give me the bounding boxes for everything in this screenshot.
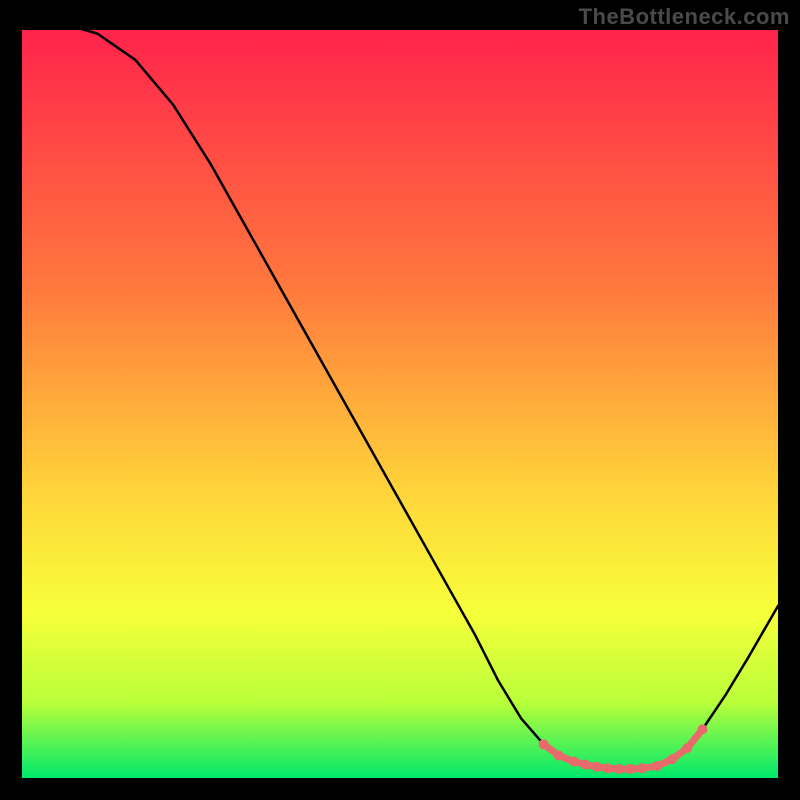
optimal-range-point: [614, 764, 624, 774]
optimal-range-point: [603, 763, 613, 773]
optimal-range-point: [539, 739, 549, 749]
chart-svg: [22, 30, 778, 778]
chart-frame: TheBottleneck.com: [0, 0, 800, 800]
optimal-range-point: [652, 761, 662, 771]
watermark-text: TheBottleneck.com: [579, 4, 790, 30]
optimal-range-point: [569, 757, 579, 767]
optimal-range-point: [626, 764, 636, 774]
optimal-range-point: [637, 763, 647, 773]
optimal-range-point: [667, 754, 677, 764]
gradient-background: [22, 30, 778, 778]
plot-area: [22, 30, 778, 778]
optimal-range-point: [592, 762, 602, 772]
optimal-range-point: [697, 724, 707, 734]
optimal-range-point: [580, 760, 590, 770]
optimal-range-point: [554, 751, 564, 761]
optimal-range-point: [682, 743, 692, 753]
